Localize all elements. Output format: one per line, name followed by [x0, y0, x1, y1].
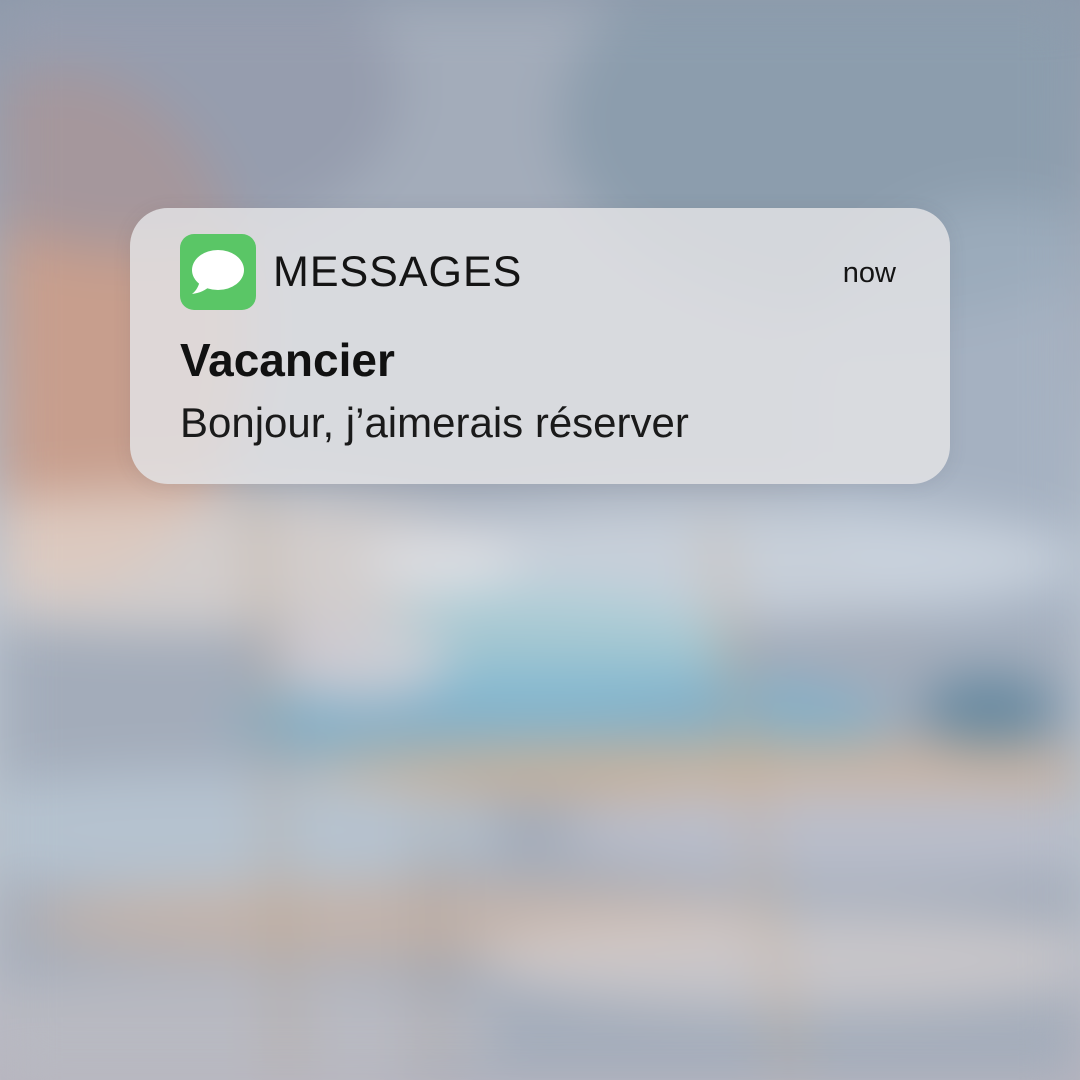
- notification-timestamp: now: [842, 257, 896, 289]
- message-preview: Bonjour, j’aimerais réserver: [180, 399, 689, 446]
- message-sender: Vacancier: [180, 334, 395, 386]
- speech-bubble-icon: [192, 250, 244, 294]
- messages-bubble-icon: [180, 234, 256, 310]
- blurred-wallpaper: [0, 0, 1080, 1080]
- lock-screen: MESSAGES now Vacancier Bonjour, j’aimera…: [0, 0, 1080, 1080]
- message-notification[interactable]: MESSAGES now Vacancier Bonjour, j’aimera…: [130, 208, 950, 484]
- app-name: MESSAGES: [273, 248, 523, 296]
